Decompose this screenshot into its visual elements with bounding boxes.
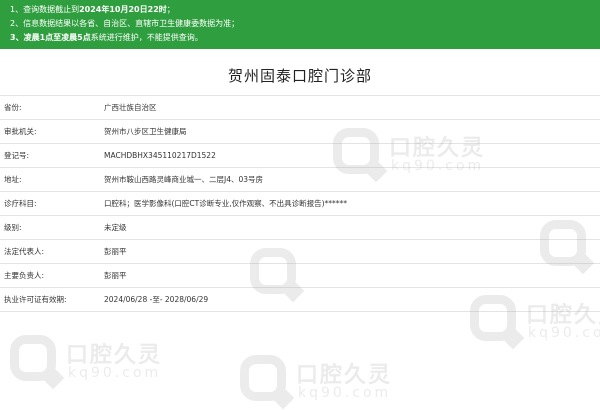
row-value: 贺州市八步区卫生健康局 bbox=[104, 127, 187, 136]
row-label: 执业许可证有效期: bbox=[4, 295, 67, 304]
row-label: 主要负责人: bbox=[4, 271, 45, 280]
notice-line-3: 3、凌晨1点至凌晨5点系统进行维护，不能提供查询。 bbox=[10, 33, 203, 42]
notice-line-1: 1、查询数据截止到2024年10月20日22时； bbox=[10, 5, 175, 14]
table-row-province: 省份: 广西壮族自治区 bbox=[0, 96, 600, 120]
table-row-level: 级别: 未定级 bbox=[0, 216, 600, 240]
notice-line-2: 2、信息数据结果以各省、自治区、直辖市卫生健康委数据为准； bbox=[10, 19, 240, 28]
table-row-legal-rep: 法定代表人: 彭丽平 bbox=[0, 240, 600, 264]
row-label: 法定代表人: bbox=[4, 247, 45, 256]
row-label: 诊疗科目: bbox=[4, 199, 37, 208]
row-label: 省份: bbox=[4, 103, 22, 112]
watermark-site: kq90.com bbox=[68, 365, 162, 381]
watermark-brand: 口腔久灵 bbox=[296, 363, 393, 388]
notice-banner: 1、查询数据截止到2024年10月20日22时； 2、信息数据结果以各省、自治区… bbox=[0, 0, 600, 49]
row-value: 未定级 bbox=[104, 223, 127, 232]
row-label: 审批机关: bbox=[4, 127, 37, 136]
row-value: 贺州市鞍山西路灵峰商业城一、二层J4、03号房 bbox=[104, 175, 264, 184]
row-value: MACHDBHX345110217D1522 bbox=[104, 151, 216, 160]
watermark-logo-icon bbox=[240, 355, 286, 401]
table-row-license-validity: 执业许可证有效期: 2024/06/28 -至- 2028/06/29 bbox=[0, 288, 600, 312]
row-value: 彭丽平 bbox=[104, 247, 127, 256]
watermark-site: kq90.com bbox=[298, 385, 392, 401]
table-row-departments: 诊疗科目: 口腔科；医学影像科(口腔CT诊断专业,仅作观察、不出具诊断报告)**… bbox=[0, 192, 600, 216]
watermark-logo-icon bbox=[10, 335, 56, 381]
row-value: 彭丽平 bbox=[104, 271, 127, 280]
row-label: 登记号: bbox=[4, 151, 30, 160]
row-label: 地址: bbox=[4, 175, 22, 184]
info-table: 省份: 广西壮族自治区 审批机关: 贺州市八步区卫生健康局 登记号: MACHD… bbox=[0, 95, 600, 312]
row-value: 口腔科；医学影像科(口腔CT诊断专业,仅作观察、不出具诊断报告)****** bbox=[104, 199, 348, 208]
watermark-brand: 口腔久灵 bbox=[66, 343, 163, 368]
table-row-address: 地址: 贺州市鞍山西路灵峰商业城一、二层J4、03号房 bbox=[0, 168, 600, 192]
row-value: 广西壮族自治区 bbox=[104, 103, 157, 112]
table-row-principal: 主要负责人: 彭丽平 bbox=[0, 264, 600, 288]
table-row-authority: 审批机关: 贺州市八步区卫生健康局 bbox=[0, 120, 600, 144]
row-label: 级别: bbox=[4, 223, 22, 232]
row-value: 2024/06/28 -至- 2028/06/29 bbox=[104, 295, 209, 304]
watermark-site: kq90.com bbox=[528, 325, 600, 341]
table-row-registration: 登记号: MACHDBHX345110217D1522 bbox=[0, 144, 600, 168]
page-title: 贺州固泰口腔门诊部 bbox=[227, 67, 372, 85]
